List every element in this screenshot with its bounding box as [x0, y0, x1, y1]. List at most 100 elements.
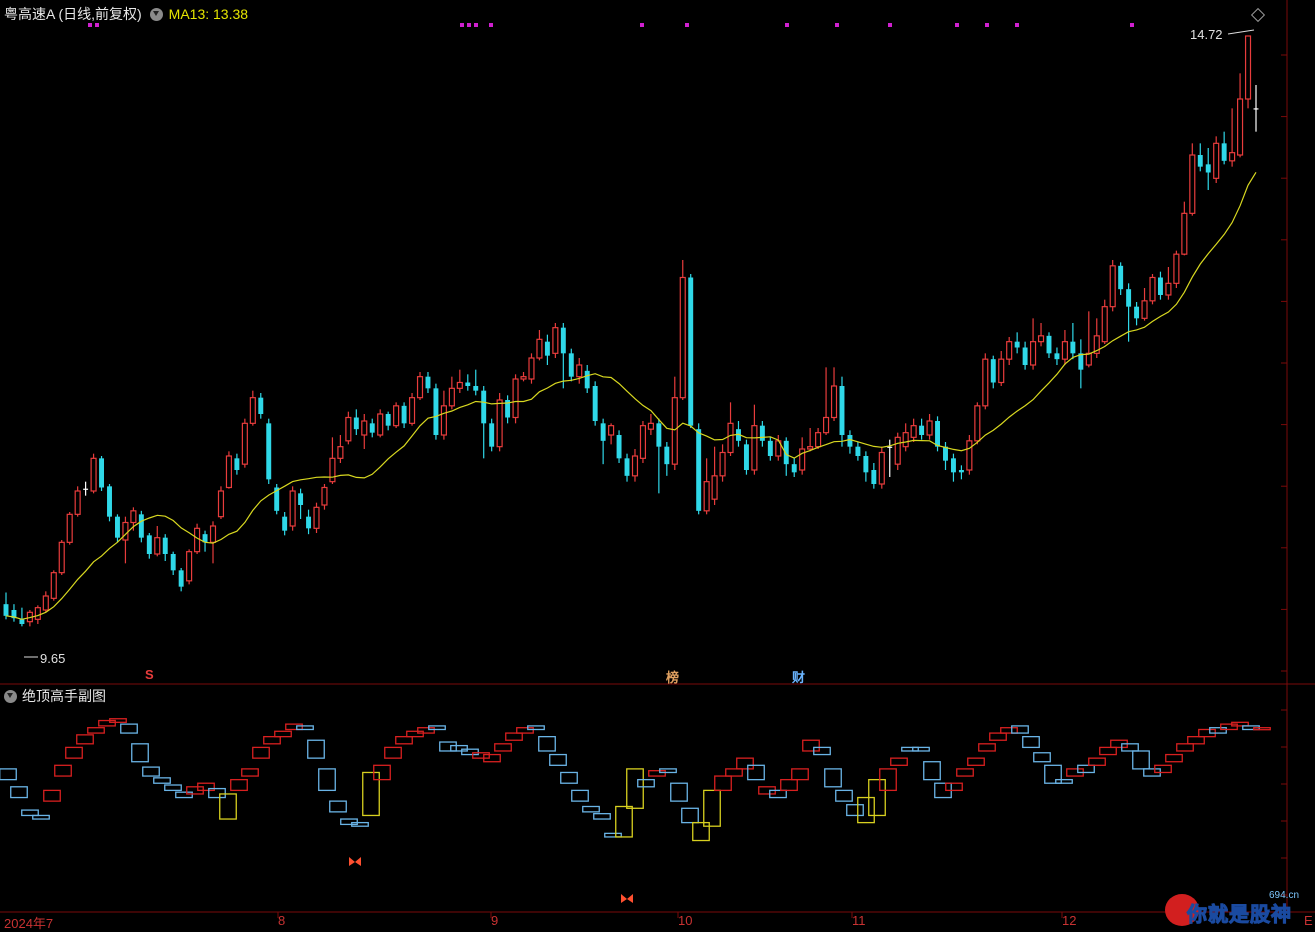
candle-body-up [671, 397, 678, 465]
candle-body-up [1189, 154, 1196, 214]
signal-dot [685, 23, 689, 27]
candle-body-down [871, 470, 877, 484]
candle-body-down [178, 570, 184, 587]
candle-body-down [624, 458, 630, 476]
candle-body-up [1149, 276, 1156, 302]
indicator-bar [296, 725, 314, 731]
indicator-bar [329, 800, 347, 813]
indicator-bar [571, 789, 589, 802]
indicator-bar [1099, 746, 1117, 756]
candle-body-up [186, 551, 193, 582]
price-chart[interactable] [0, 0, 1315, 930]
candle-body-down [616, 435, 622, 459]
candle-body-up [679, 276, 686, 399]
candle-body-up [647, 422, 654, 430]
candle-body-up [608, 425, 615, 436]
candle-body-up [321, 486, 328, 506]
candle-body-down [473, 386, 479, 391]
indicator-bar [956, 768, 974, 777]
cai-marker[interactable]: 财 [792, 667, 805, 686]
candle-body-up [122, 521, 129, 541]
indicator-bar [1253, 727, 1271, 731]
candle-body-up [878, 451, 885, 485]
candle-body-up [727, 422, 734, 454]
indicator-bar [516, 727, 534, 734]
candle-body-up [807, 446, 814, 450]
indicator-bar [736, 757, 754, 770]
butterfly-icon [621, 894, 633, 903]
candle-body-up [639, 425, 647, 459]
watermark-text: 你就是股神 [1187, 904, 1292, 927]
signal-dot [467, 23, 471, 27]
candle-body-down [743, 444, 749, 470]
candle-body-down [1022, 347, 1028, 365]
indicator-bar [65, 746, 83, 759]
signal-dot [785, 23, 789, 27]
indicator-bar [824, 768, 842, 788]
candle-body-down [1126, 289, 1132, 307]
candle-body-down [767, 440, 773, 456]
candle-body-up [894, 436, 901, 465]
indicator-bar [10, 786, 28, 799]
candle-body-down [170, 554, 176, 571]
candle-body-down [433, 388, 439, 435]
indicator-bar [1044, 764, 1062, 784]
candle-body-up [1006, 341, 1013, 360]
candle-body-up [966, 440, 973, 471]
candle-body-down [385, 414, 391, 426]
candle-body-down [258, 397, 264, 414]
candle-body-down [600, 423, 606, 441]
candle-body-down [1157, 277, 1163, 295]
candle-body-up [241, 422, 248, 465]
candle-body-down [560, 327, 566, 354]
indicator-bar [76, 734, 94, 745]
indicator-bar [461, 748, 479, 756]
candle-body-up [1213, 142, 1220, 179]
candle-body-down [791, 464, 797, 473]
candle-body-down [162, 537, 168, 554]
candle-body-down [863, 456, 869, 473]
candle-body-down [1070, 341, 1076, 354]
candle-body-down [1205, 164, 1211, 173]
indicator-bar [120, 723, 138, 734]
signal-dot [1015, 23, 1019, 27]
indicator-bar [164, 784, 182, 792]
indicator-bar [1000, 727, 1018, 734]
indicator-bar [681, 807, 699, 824]
candle-body-up [194, 527, 201, 553]
high-price-label: 14.72 [1190, 27, 1223, 42]
indicator-bar [989, 732, 1007, 741]
candle-body-up [1101, 306, 1108, 343]
indicator-bar [175, 791, 193, 799]
sub-panel-title: 绝顶高手副图 [22, 688, 106, 704]
candle-body-up [576, 364, 583, 378]
indicator-bar [890, 757, 908, 766]
candle-body-down [943, 446, 948, 461]
indicator-bar [32, 814, 50, 820]
candle-body-up [822, 416, 830, 434]
candle-body-down [759, 425, 765, 441]
candle-body-up [313, 506, 320, 529]
chevron-down-icon[interactable] [149, 7, 163, 21]
x-label-jul: 2024年7 [4, 916, 54, 931]
s-marker[interactable]: S [145, 667, 154, 682]
x-label-nov: 11 [852, 913, 866, 928]
signal-dot [888, 23, 892, 27]
candle-body-up [209, 525, 217, 543]
signal-dot [474, 23, 478, 27]
indicator-bar [725, 768, 743, 777]
candle-body-up [496, 399, 503, 448]
chevron-down-icon[interactable] [4, 689, 17, 703]
bang-marker[interactable]: 榜 [666, 667, 679, 686]
indicator-bar [791, 768, 809, 781]
candle-body-up [703, 481, 710, 512]
indicator-bar [1011, 725, 1029, 734]
candle-body-down [688, 277, 694, 426]
candle-body-up [345, 416, 352, 442]
indicator-bar [615, 805, 633, 838]
butterfly-icon [349, 857, 361, 866]
indicator-bar [241, 768, 259, 777]
indicator-bar [307, 739, 325, 759]
indicator-bar [692, 821, 710, 842]
candle-body-up [536, 338, 543, 359]
